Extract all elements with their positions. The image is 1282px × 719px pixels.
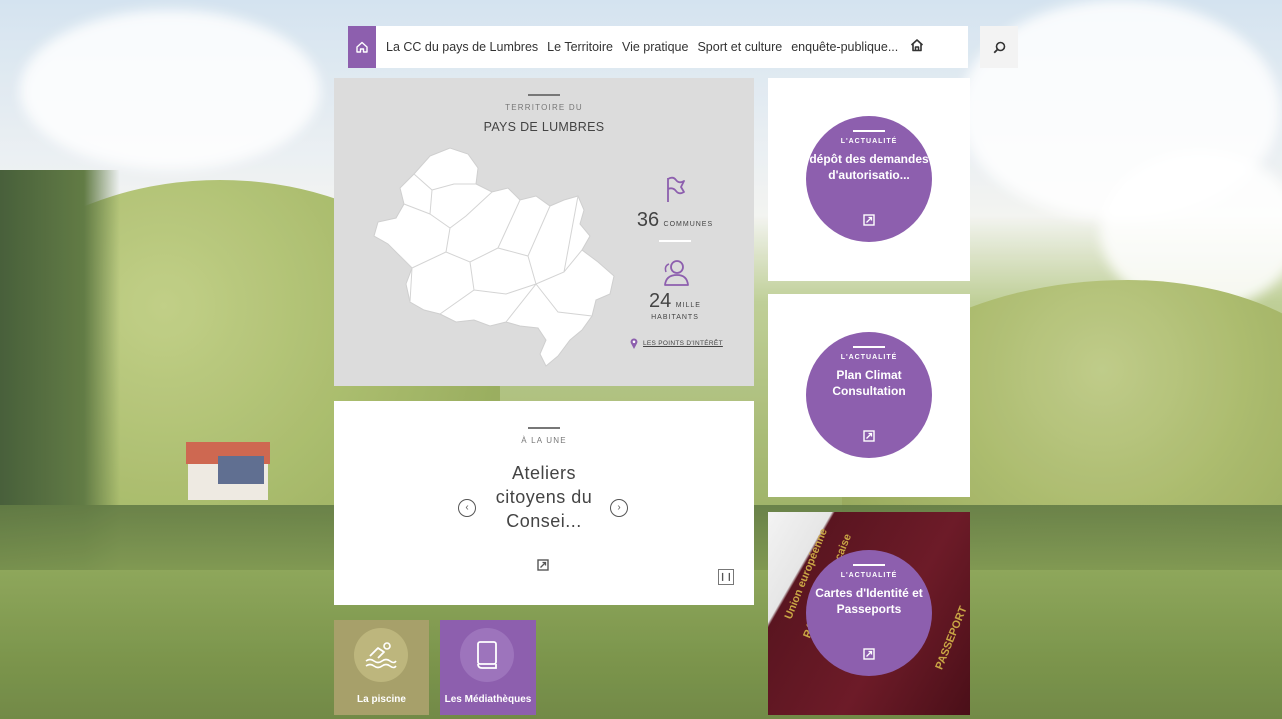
people-icon	[664, 260, 689, 286]
news-card-plan-climat[interactable]: L'ACTUALITÉ Plan Climat Consultation	[768, 294, 970, 497]
nav-item-cc[interactable]: La CC du pays de Lumbres	[386, 40, 538, 54]
habitants-label: HABITANTS	[651, 314, 699, 321]
tile-mediatheques[interactable]: Les Médiathèques	[440, 620, 536, 715]
card-eyebrow: L'ACTUALITÉ	[840, 138, 898, 145]
une-eyebrow: À LA UNE	[521, 436, 567, 445]
a-la-une-panel: À LA UNE Ateliers citoyens du Consei... …	[334, 401, 754, 605]
tile-piscine[interactable]: La piscine	[334, 620, 429, 715]
flag-icon	[667, 176, 685, 202]
expand-icon	[863, 648, 875, 660]
search-button[interactable]	[980, 26, 1018, 68]
home-icon	[356, 41, 368, 53]
communes-value: 36	[636, 209, 660, 231]
expand-icon	[863, 430, 875, 442]
nav-item-vie-pratique[interactable]: Vie pratique	[622, 40, 689, 54]
house-icon[interactable]	[910, 38, 924, 57]
prev-arrow-icon[interactable]: ‹	[458, 499, 476, 517]
main-nav: La CC du pays de Lumbres Le Territoire V…	[348, 26, 968, 68]
tile-piscine-label: La piscine	[357, 694, 406, 705]
une-headline[interactable]: Ateliers citoyens du Consei...	[484, 461, 604, 533]
swimmer-icon	[365, 642, 397, 669]
card-eyebrow: L'ACTUALITÉ	[840, 572, 898, 579]
territory-title: PAYS DE LUMBRES	[483, 120, 605, 134]
habitants-stat: 24 MILLE HABITANTS	[630, 258, 720, 321]
territory-map[interactable]	[370, 144, 620, 374]
communes-stat: 36 COMMUNES	[630, 174, 720, 249]
map-pin-icon	[630, 338, 638, 349]
nav-item-enquete-publique[interactable]: enquête-publique...	[791, 40, 898, 54]
search-icon	[993, 41, 1005, 53]
nav-item-territoire[interactable]: Le Territoire	[547, 40, 613, 54]
card-title: dépôt des demandes d'autorisatio...	[809, 152, 929, 182]
news-card-autorisation[interactable]: L'ACTUALITÉ dépôt des demandes d'autoris…	[768, 78, 970, 281]
card-eyebrow: L'ACTUALITÉ	[840, 354, 898, 361]
book-icon	[477, 641, 497, 669]
expand-icon[interactable]	[537, 559, 549, 571]
home-button[interactable]	[348, 26, 376, 68]
pause-button[interactable]: ❙❙	[718, 569, 734, 585]
card-title: Plan Climat Consultation	[832, 368, 906, 398]
next-arrow-icon[interactable]: ›	[610, 499, 628, 517]
tile-mediatheques-label: Les Médiathèques	[444, 694, 532, 705]
news-card-passeports[interactable]: Union européenne République française PA…	[768, 512, 970, 715]
communes-label: COMMUNES	[663, 221, 714, 228]
habitants-unit: MILLE	[675, 302, 701, 309]
passport-passeport-text: PASSEPORT	[933, 604, 970, 672]
expand-icon	[863, 214, 875, 226]
card-title: Cartes d'Identité et Passeports	[815, 586, 923, 616]
territory-eyebrow: TERRITOIRE DU	[505, 103, 583, 112]
habitants-value: 24	[649, 290, 672, 312]
points-interet-link[interactable]: LES POINTS D'INTÉRÊT	[630, 338, 723, 349]
nav-item-sport-culture[interactable]: Sport et culture	[697, 40, 782, 54]
territory-panel: TERRITOIRE DU PAYS DE LUMBRES 36 COMMUNE…	[334, 78, 754, 386]
